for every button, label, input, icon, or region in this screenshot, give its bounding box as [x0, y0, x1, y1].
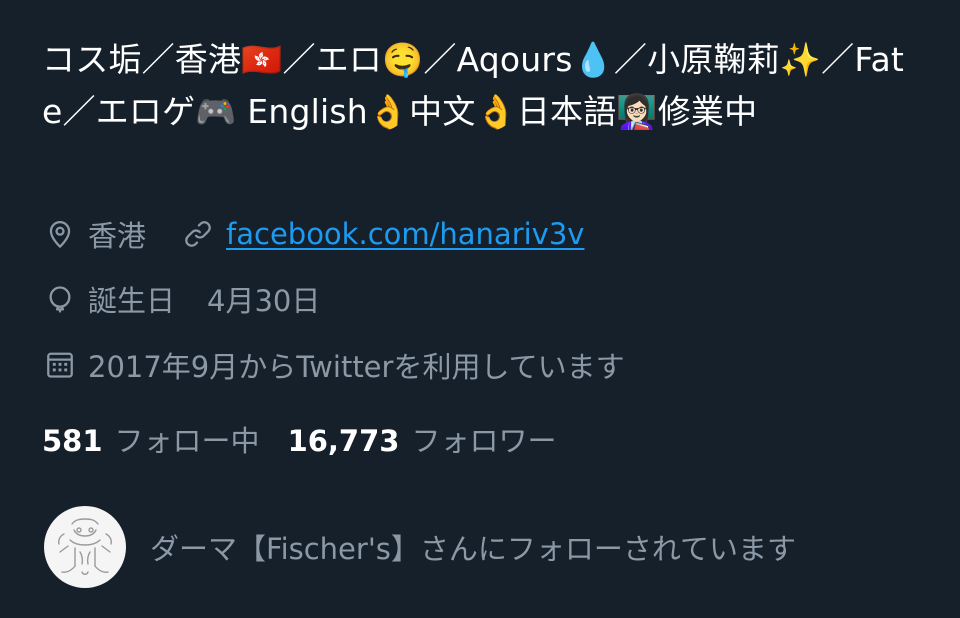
link-icon [182, 218, 214, 250]
balloon-icon [44, 283, 76, 315]
joined-row: 2017年9月からTwitterを利用しています [44, 344, 625, 386]
birthday-value: 4月30日 [207, 284, 321, 318]
following-link[interactable]: 581 フォロー中 [42, 418, 260, 460]
followers-link[interactable]: 16,773 フォロワー [288, 418, 557, 460]
calendar-icon [44, 349, 76, 381]
avatar[interactable] [44, 506, 126, 588]
location-website-row: 香港 facebook.com/hanariv3v [44, 213, 584, 255]
followed-by-text: ダーマ【Fischer's】さんにフォローされています [150, 532, 797, 566]
birthday-label: 誕生日 [88, 284, 176, 318]
location-pin-icon [44, 218, 76, 250]
followers-count: 16,773 [287, 424, 400, 458]
joined-text: 2017年9月からTwitterを利用しています [88, 350, 625, 384]
followed-by-row[interactable]: ダーマ【Fischer's】さんにフォローされています [44, 506, 796, 588]
following-count: 581 [42, 424, 103, 458]
location-text: 香港 [88, 219, 147, 253]
follow-stats: 581 フォロー中 16,773 フォロワー [42, 418, 557, 460]
birthday-row: 誕生日 4月30日 [44, 278, 320, 320]
profile-details: コス垢／香港🇭🇰／エロ🤤／Aqours💧／小原鞠莉✨／Fate／エロゲ🎮 Eng… [0, 0, 960, 618]
profile-bio: コス垢／香港🇭🇰／エロ🤤／Aqours💧／小原鞠莉✨／Fate／エロゲ🎮 Eng… [42, 40, 905, 131]
followers-label: フォロワー [411, 424, 557, 458]
following-label: フォロー中 [114, 424, 260, 458]
website-link[interactable]: facebook.com/hanariv3v [226, 217, 584, 251]
